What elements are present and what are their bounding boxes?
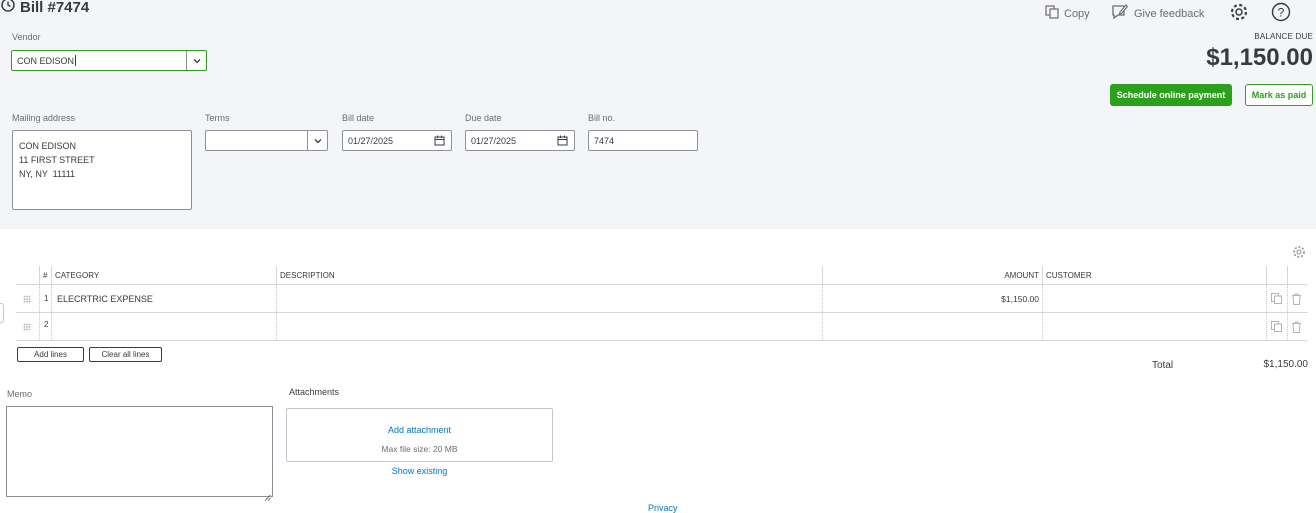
- bill-no-label: Bill no.: [588, 113, 616, 123]
- bill-title: Bill #7474: [20, 0, 90, 16]
- mailing-address-field[interactable]: CON EDISON 11 FIRST STREET NY, NY 11111: [12, 130, 192, 210]
- feedback-label: Give feedback: [1134, 7, 1205, 20]
- history-icon[interactable]: [0, 0, 16, 17]
- bill-no-value: 7474: [594, 135, 615, 146]
- vendor-label: Vendor: [12, 32, 41, 42]
- copy-button[interactable]: Copy: [1045, 5, 1090, 22]
- due-date-label: Due date: [465, 113, 502, 123]
- vendor-value: CON EDISON: [17, 55, 75, 66]
- vendor-select[interactable]: CON EDISON: [11, 50, 207, 71]
- memo-label: Memo: [7, 389, 33, 399]
- due-date-value: 01/27/2025: [471, 135, 517, 146]
- clear-all-lines-button[interactable]: Clear all lines: [89, 347, 162, 362]
- copy-label: Copy: [1064, 7, 1090, 20]
- row-number: 1: [44, 294, 49, 303]
- balance-due-label: BALANCE DUE: [1254, 32, 1313, 41]
- terms-label: Terms: [205, 113, 230, 123]
- row-amount[interactable]: $1,150.00: [823, 285, 1039, 312]
- drag-handle-icon[interactable]: [23, 313, 31, 340]
- svg-text:?: ?: [1278, 6, 1285, 20]
- line-items-table: # CATEGORY DESCRIPTION AMOUNT CUSTOMER 1…: [16, 266, 1308, 341]
- add-lines-button[interactable]: Add lines: [17, 347, 84, 362]
- balance-due-amount: $1,150.00: [1206, 44, 1313, 71]
- total-label: Total: [1152, 360, 1174, 371]
- text-cursor: [75, 55, 77, 66]
- show-existing-link[interactable]: Show existing: [286, 466, 553, 476]
- table-row[interactable]: 2: [16, 313, 1308, 341]
- schedule-online-payment-button[interactable]: Schedule online payment: [1110, 84, 1232, 106]
- help-icon[interactable]: ?: [1271, 2, 1291, 27]
- privacy-link[interactable]: Privacy: [648, 503, 678, 513]
- resize-handle-icon[interactable]: [264, 488, 271, 506]
- row-amount[interactable]: [823, 313, 1039, 340]
- table-settings-gear-icon[interactable]: [1292, 245, 1306, 264]
- bill-date-value: 01/27/2025: [348, 135, 394, 146]
- copy-icon: [1045, 5, 1059, 22]
- chevron-down-icon[interactable]: [307, 131, 327, 150]
- chevron-down-icon[interactable]: [186, 51, 206, 70]
- calendar-icon[interactable]: [434, 135, 445, 148]
- duplicate-icon[interactable]: [1271, 285, 1282, 312]
- add-attachment-link[interactable]: Add attachment: [287, 425, 552, 435]
- table-header-row: # CATEGORY DESCRIPTION AMOUNT CUSTOMER: [16, 266, 1308, 285]
- memo-textarea[interactable]: [6, 406, 273, 497]
- trash-icon[interactable]: [1291, 313, 1302, 340]
- row-category[interactable]: ELECRTRIC EXPENSE: [57, 285, 153, 312]
- bill-date-label: Bill date: [342, 113, 375, 123]
- settings-gear-icon[interactable]: [1229, 2, 1249, 27]
- side-panel-handle[interactable]: [0, 303, 4, 323]
- total-amount: $1,150.00: [1263, 359, 1309, 370]
- table-row[interactable]: 1 ELECRTRIC EXPENSE $1,150.00: [16, 285, 1308, 313]
- drag-handle-icon[interactable]: [23, 285, 31, 312]
- give-feedback-button[interactable]: Give feedback: [1111, 3, 1204, 24]
- mark-as-paid-button[interactable]: Mark as paid: [1245, 84, 1313, 106]
- bill-date-input[interactable]: 01/27/2025: [342, 130, 452, 151]
- bill-header-panel: [0, 0, 1316, 229]
- due-date-input[interactable]: 01/27/2025: [465, 130, 575, 151]
- terms-select[interactable]: [205, 130, 328, 151]
- calendar-icon[interactable]: [557, 135, 568, 148]
- attachment-dropzone[interactable]: Add attachment Max file size: 20 MB: [286, 408, 553, 462]
- page-title: Bill #7474: [0, 0, 89, 17]
- col-header-amount: AMOUNT: [1004, 270, 1039, 280]
- col-header-customer: CUSTOMER: [1046, 270, 1092, 280]
- max-file-size-text: Max file size: 20 MB: [381, 444, 458, 454]
- col-header-category: CATEGORY: [55, 270, 100, 280]
- trash-icon[interactable]: [1291, 285, 1302, 312]
- feedback-icon: [1111, 3, 1129, 24]
- duplicate-icon[interactable]: [1271, 313, 1282, 340]
- attachments-label: Attachments: [289, 387, 340, 397]
- col-header-description: DESCRIPTION: [280, 270, 335, 280]
- col-header-num: #: [43, 270, 48, 280]
- row-number: 2: [44, 320, 49, 329]
- mailing-address-label: Mailing address: [12, 113, 76, 123]
- bill-no-input[interactable]: 7474: [588, 130, 698, 151]
